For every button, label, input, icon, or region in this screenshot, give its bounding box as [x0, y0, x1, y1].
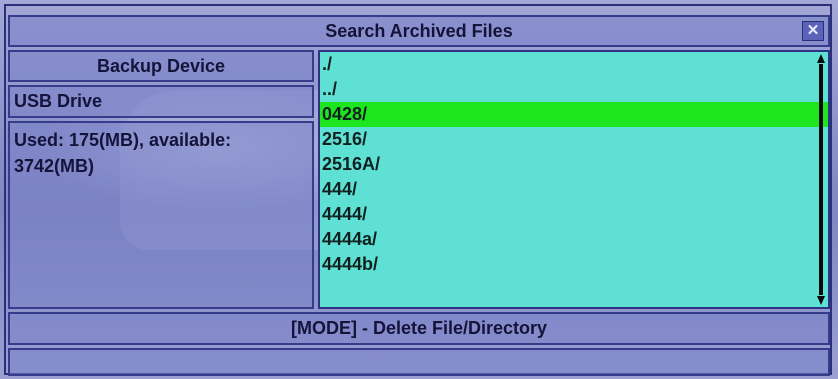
status-bar [8, 348, 830, 376]
file-list-item[interactable]: 4444/ [320, 202, 828, 227]
dialog-title-bar: Search Archived Files ✕ [8, 15, 830, 47]
scroll-down-arrow-icon[interactable] [817, 296, 825, 305]
file-list-item[interactable]: ./ [320, 52, 828, 77]
dialog-title: Search Archived Files [325, 21, 513, 41]
scroll-track[interactable] [819, 64, 823, 295]
file-list-item[interactable]: 4444b/ [320, 252, 828, 277]
device-usage: Used: 175(MB), available: 3742(MB) [8, 121, 314, 309]
file-list-scrollbar[interactable] [816, 54, 826, 305]
scroll-up-arrow-icon[interactable] [817, 54, 825, 63]
mode-hint: [MODE] - Delete File/Directory [8, 312, 830, 345]
backup-device-label: Backup Device [8, 50, 314, 82]
file-list[interactable]: ./ ../ 0428/ 2516/ 2516A/ 444/ 4444/ 444… [318, 50, 830, 309]
file-list-item[interactable]: 4444a/ [320, 227, 828, 252]
file-list-item[interactable]: 2516A/ [320, 152, 828, 177]
file-list-item[interactable]: ../ [320, 77, 828, 102]
close-icon[interactable]: ✕ [802, 21, 824, 41]
file-list-item[interactable]: 0428/ [320, 102, 828, 127]
file-list-item[interactable]: 2516/ [320, 127, 828, 152]
device-name[interactable]: USB Drive [8, 85, 314, 118]
file-list-item[interactable]: 444/ [320, 177, 828, 202]
